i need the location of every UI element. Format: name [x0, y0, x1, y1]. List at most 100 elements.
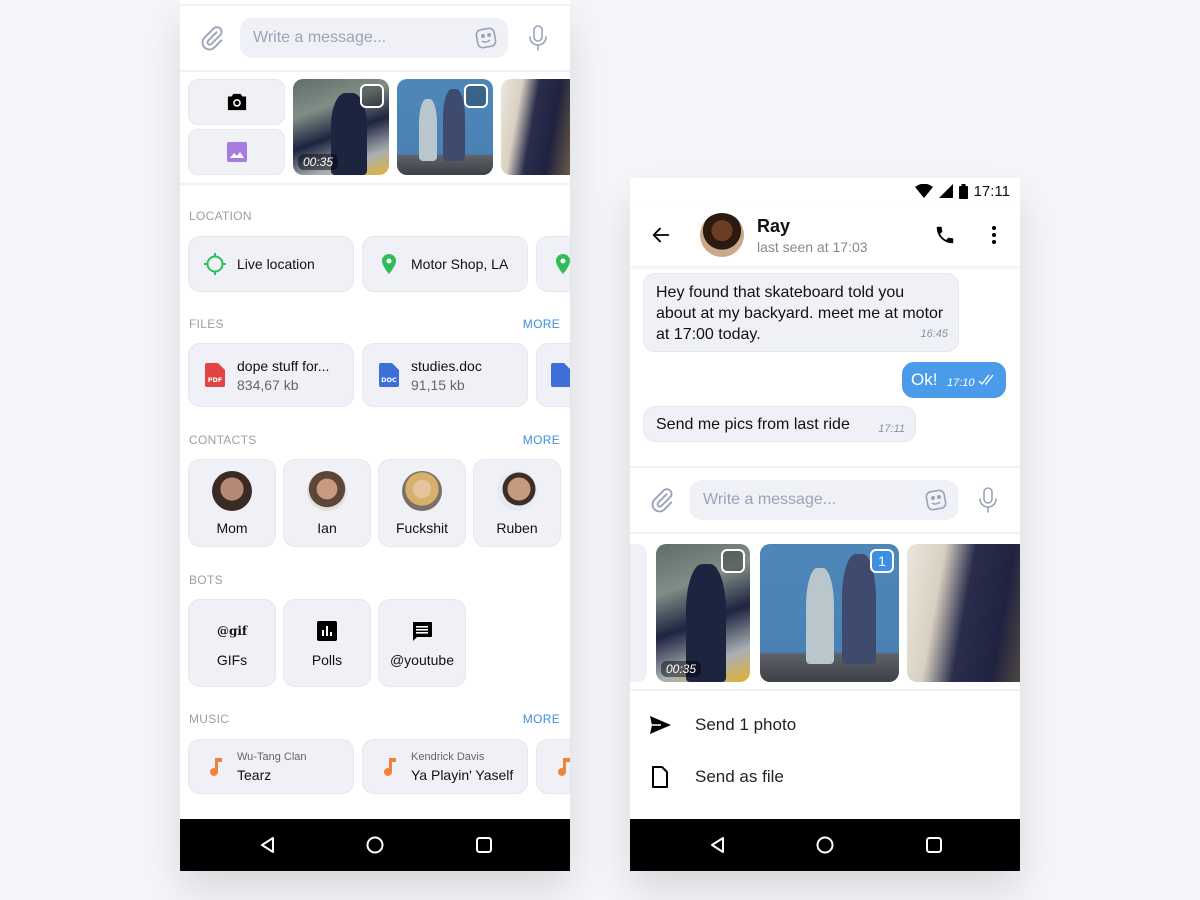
sticker-icon[interactable] [924, 488, 948, 512]
media-thumbnail-photo-selected[interactable]: 1 [760, 544, 899, 682]
bot-item-polls[interactable]: Polls [283, 599, 371, 687]
back-arrow-icon[interactable] [650, 224, 672, 246]
music-item[interactable]: Kendrick Davis Ya Playin' Yaself [362, 739, 528, 794]
map-pin-icon [556, 254, 570, 274]
paperclip-icon[interactable] [648, 486, 676, 514]
avatar [212, 470, 252, 511]
file-item-partial[interactable] [536, 343, 570, 407]
music-item[interactable]: Wu-Tang Clan Tearz [188, 739, 354, 794]
message-bubble-outgoing[interactable]: Ok! 17:10 [902, 362, 1006, 398]
send-as-file-button[interactable]: Send as file [630, 753, 1020, 801]
contact-name: Mom [216, 519, 248, 536]
file-item[interactable]: DOC studies.doc 91,15 kb [362, 343, 528, 407]
files-more-link[interactable]: MORE [523, 317, 560, 331]
message-bubble-incoming[interactable]: Send me pics from last ride 17:11 [643, 406, 916, 442]
media-thumbnail-video[interactable]: 00:35 [656, 544, 750, 682]
message-time: 17:10 [947, 377, 975, 389]
selection-checkbox[interactable] [360, 84, 384, 108]
media-picker-row: 00:35 [188, 79, 570, 175]
microphone-icon[interactable] [526, 24, 550, 52]
selection-checkbox[interactable] [464, 84, 488, 108]
music-more-link[interactable]: MORE [523, 712, 560, 726]
contact-item[interactable]: Mom [188, 459, 276, 547]
android-nav-bar [180, 819, 570, 871]
message-input[interactable]: Write a message... [690, 480, 958, 520]
music-title: Ya Playin' Yaself [411, 766, 514, 783]
selection-index-badge[interactable]: 1 [870, 549, 894, 573]
svg-text:PDF: PDF [208, 376, 223, 384]
file-name: studies.doc [411, 357, 482, 374]
nav-recents-icon[interactable] [924, 835, 944, 855]
send-icon [650, 716, 671, 734]
music-list: Wu-Tang Clan Tearz Kendrick Davis Ya Pla… [188, 739, 570, 794]
file-name: dope stuff for... [237, 357, 330, 374]
wifi-icon [914, 184, 933, 198]
location-label: Live location [237, 256, 315, 272]
nav-home-icon[interactable] [365, 835, 385, 855]
divider [630, 689, 1020, 691]
last-seen-status: last seen at 17:03 [757, 238, 868, 255]
selection-checkbox[interactable] [721, 549, 745, 573]
video-duration: 00:35 [661, 661, 702, 677]
contact-item[interactable]: Ruben [473, 459, 561, 547]
section-title-music: MUSIC [189, 712, 230, 726]
music-item-partial[interactable] [536, 739, 570, 794]
send-photo-button[interactable]: Send 1 photo [630, 701, 1020, 749]
contacts-more-link[interactable]: MORE [523, 433, 560, 447]
message-bubble-incoming[interactable]: Hey found that skateboard told you about… [643, 273, 959, 352]
file-size: 834,67 kb [237, 376, 299, 393]
media-button-partial[interactable] [630, 544, 647, 682]
location-item-partial[interactable] [536, 236, 570, 292]
location-item-live[interactable]: Live location [188, 236, 354, 292]
contact-avatar[interactable] [700, 213, 744, 257]
location-item-place[interactable]: Motor Shop, LA [362, 236, 528, 292]
message-placeholder: Write a message... [703, 491, 837, 508]
media-thumbnail-video[interactable]: 00:35 [293, 79, 389, 175]
camera-icon [227, 93, 246, 111]
message-input[interactable]: Write a message... [240, 18, 508, 58]
phone-call-icon[interactable] [934, 224, 956, 246]
doc-file-icon [551, 363, 570, 387]
contact-name: Ian [317, 519, 337, 536]
divider [180, 183, 570, 185]
cellular-signal-icon [938, 184, 953, 198]
bot-item-gif[interactable]: @gif GIFs [188, 599, 276, 687]
section-title-files: FILES [189, 317, 224, 331]
paperclip-icon[interactable] [198, 24, 226, 52]
gallery-button[interactable] [188, 129, 285, 175]
nav-home-icon[interactable] [815, 835, 835, 855]
bot-item-youtube[interactable]: @youtube [378, 599, 466, 687]
android-nav-bar [630, 819, 1020, 871]
files-list: PDF dope stuff for... 834,67 kb DOC stud… [188, 343, 570, 407]
contact-item[interactable]: Ian [283, 459, 371, 547]
more-vertical-icon[interactable] [984, 224, 1004, 246]
media-thumbnail-photo[interactable] [397, 79, 493, 175]
music-note-icon [210, 757, 222, 776]
svg-text:DOC: DOC [381, 376, 397, 384]
chat-message-icon [413, 621, 432, 641]
gif-icon: @gif [216, 623, 248, 638]
microphone-icon[interactable] [976, 486, 1000, 514]
bot-label: Polls [311, 651, 343, 668]
chat-header: Ray last seen at 17:03 [630, 204, 1020, 266]
file-icon [652, 766, 668, 788]
bot-label: GIFs [216, 651, 248, 668]
message-time: 17:11 [878, 423, 905, 435]
contact-name[interactable]: Ray [757, 216, 868, 237]
camera-button[interactable] [188, 79, 285, 125]
sticker-icon[interactable] [474, 26, 498, 50]
message-time: 16:45 [920, 328, 948, 340]
media-thumbnail-photo[interactable] [501, 79, 570, 175]
double-check-read-icon [978, 374, 994, 385]
section-title-bots: BOTS [189, 573, 223, 587]
media-thumbnail-photo[interactable] [907, 544, 1020, 682]
file-item[interactable]: PDF dope stuff for... 834,67 kb [188, 343, 354, 407]
nav-recents-icon[interactable] [474, 835, 494, 855]
nav-back-icon[interactable] [708, 835, 728, 855]
avatar [307, 470, 347, 511]
image-icon [226, 142, 247, 162]
nav-back-icon[interactable] [258, 835, 278, 855]
contact-item[interactable]: Fuckshit [378, 459, 466, 547]
pdf-file-icon: PDF [205, 363, 225, 387]
avatar [402, 470, 442, 511]
